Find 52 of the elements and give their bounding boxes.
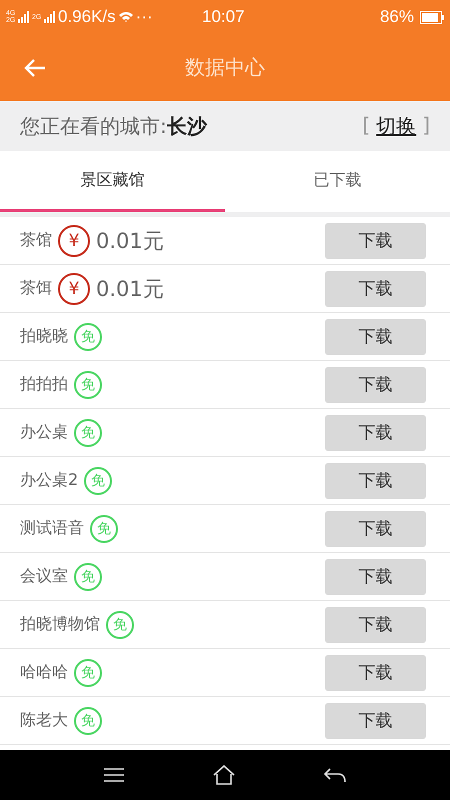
item-name: 办公桌 [20, 422, 68, 443]
free-badge: 免 [74, 658, 102, 686]
switch-link[interactable]: 切换 [376, 112, 416, 140]
battery-level: 86% [380, 7, 414, 27]
price-badge: ¥ [58, 224, 90, 256]
free-badge: 免 [90, 514, 118, 542]
item-name: 会议室 [20, 566, 68, 587]
item-name: 拍拍拍 [20, 374, 68, 395]
free-badge: 免 [74, 370, 102, 398]
free-badge: 免 [74, 562, 102, 590]
menu-icon [104, 768, 124, 782]
free-badge: 免 [74, 418, 102, 446]
price-badge: ¥ [58, 272, 90, 304]
item-name: 测试语音 [20, 518, 84, 539]
free-badge: 免 [74, 322, 102, 350]
network-speed: 0.96K/s [58, 7, 116, 27]
item-name: 陈老大 [20, 710, 68, 731]
download-button[interactable]: 下载 [325, 462, 426, 498]
page-title: 数据中心 [185, 54, 265, 81]
download-button[interactable]: 下载 [325, 318, 426, 354]
home-icon [212, 765, 235, 785]
free-badge: 免 [106, 610, 134, 638]
item-name: 茶馆 [20, 230, 52, 251]
bracket: ] [422, 112, 430, 138]
item-name: 拍晓晓 [20, 326, 68, 347]
item-price: 0.01元 [96, 276, 164, 302]
more-indicator: ··· [136, 7, 153, 27]
battery-icon [420, 10, 444, 24]
bracket: [ [362, 112, 370, 138]
download-button[interactable]: 下载 [325, 702, 426, 738]
item-name: 办公桌2 [20, 470, 78, 491]
wifi-icon [118, 11, 134, 23]
clock: 10:07 [202, 7, 245, 27]
free-badge: 免 [74, 706, 102, 734]
free-badge: 免 [84, 466, 112, 494]
item-price: 0.01元 [96, 228, 164, 254]
download-button[interactable]: 下载 [325, 510, 426, 546]
signal-icon [18, 11, 30, 23]
download-button[interactable]: 下载 [325, 606, 426, 642]
item-name: 哈哈哈 [20, 662, 68, 683]
download-button[interactable]: 下载 [325, 654, 426, 690]
download-button[interactable]: 下载 [325, 366, 426, 402]
download-button[interactable]: 下载 [325, 414, 426, 450]
signal-icon [44, 11, 56, 23]
download-button[interactable]: 下载 [325, 558, 426, 594]
download-button[interactable]: 下载 [325, 222, 426, 258]
return-arrow-icon [324, 767, 346, 783]
back-arrow-icon [24, 58, 46, 78]
item-name: 茶饵 [20, 278, 52, 299]
city-label: 您正在看的城市:长沙 [20, 112, 207, 140]
item-name: 拍晓博物馆 [20, 614, 100, 635]
download-button[interactable]: 下载 [325, 270, 426, 306]
